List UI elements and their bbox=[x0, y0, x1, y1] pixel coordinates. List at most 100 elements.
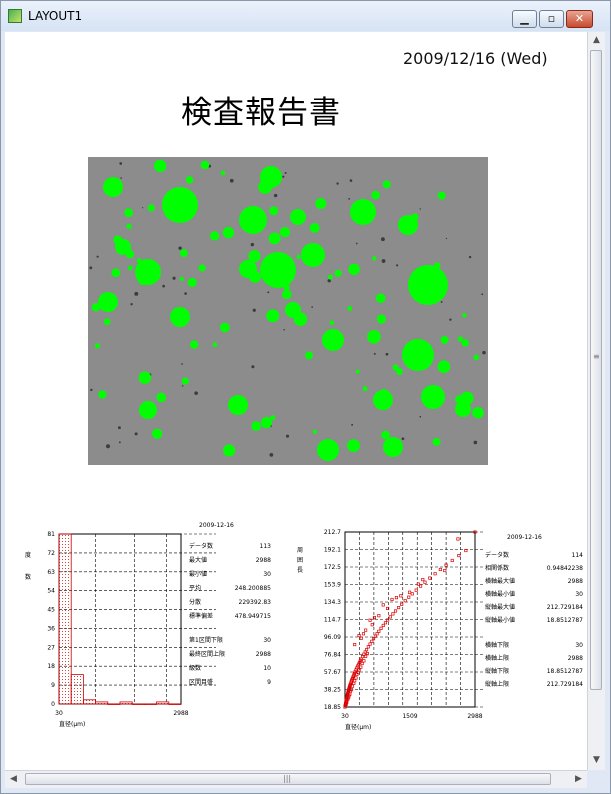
particle-blob bbox=[381, 430, 390, 440]
scroll-up-arrow-icon[interactable]: ▲ bbox=[588, 32, 605, 49]
particle-blob bbox=[457, 336, 464, 342]
scat-stat-label: 横軸最大値 bbox=[485, 577, 515, 585]
particle-blob bbox=[309, 222, 320, 233]
scat-x-tick: 2988 bbox=[467, 713, 482, 720]
scat-y-tick: 96.09 bbox=[324, 634, 341, 641]
hist-y-tick: 27 bbox=[47, 644, 55, 651]
particle-blob bbox=[334, 269, 342, 277]
scat-y-tick: 18.85 bbox=[324, 704, 341, 711]
particle-blob bbox=[460, 391, 474, 405]
maximize-icon: ▫ bbox=[547, 12, 556, 25]
particle-blob bbox=[186, 197, 194, 205]
dark-speck bbox=[445, 237, 448, 240]
particle-blob bbox=[189, 340, 199, 349]
hist-bar bbox=[83, 699, 97, 705]
particle-blob bbox=[408, 265, 448, 305]
scat-xlabel: 直径(μm) bbox=[345, 723, 371, 731]
hist-stat-value: 10 bbox=[263, 665, 271, 672]
hist-stat-label: 級数 bbox=[189, 664, 201, 672]
scat-stat-label: 横軸上限 bbox=[485, 654, 509, 662]
particle-blob bbox=[240, 213, 251, 224]
particle-blob bbox=[138, 371, 152, 384]
hist-stat-value: 478.949715 bbox=[235, 613, 271, 620]
particle-blob bbox=[222, 227, 235, 239]
particle-blob bbox=[223, 444, 236, 457]
particle-blob bbox=[282, 289, 292, 300]
particle-blob bbox=[347, 439, 360, 452]
dark-speck bbox=[194, 391, 198, 395]
scroll-left-arrow-icon[interactable]: ◀ bbox=[5, 771, 22, 788]
hist-y-tick: 81 bbox=[47, 531, 55, 538]
dark-speck bbox=[96, 255, 99, 258]
particle-blob bbox=[392, 364, 399, 371]
dark-speck bbox=[481, 293, 484, 296]
hist-bar bbox=[95, 701, 109, 705]
particle-blob bbox=[124, 208, 134, 218]
particle-blob bbox=[411, 213, 419, 221]
dark-speck bbox=[106, 444, 110, 449]
scatter-svg: 周 囲 長 18.85 38.25 57.67 76.84 96.09 114.7 134.… bbox=[297, 529, 583, 731]
dark-speck bbox=[336, 182, 339, 185]
hist-y-tick: 36 bbox=[47, 625, 55, 632]
particle-blob bbox=[103, 318, 111, 326]
scat-stat-value: 0.94842238 bbox=[547, 565, 583, 572]
particle-blob bbox=[279, 226, 291, 238]
particle-blob bbox=[91, 302, 101, 312]
vertical-scrollbar[interactable]: ▲ ≡ ▼ bbox=[587, 32, 605, 770]
scat-stat-label: 横軸下限 bbox=[485, 641, 509, 649]
particle-blob bbox=[98, 390, 107, 399]
minimize-button[interactable]: ▁ bbox=[512, 10, 537, 28]
particle-blob bbox=[433, 262, 441, 269]
horizontal-scrollbar[interactable]: ◀ ||| ▶ bbox=[5, 770, 587, 788]
hist-y-tick: 45 bbox=[47, 607, 55, 614]
dark-speck bbox=[373, 352, 376, 355]
dark-speck bbox=[172, 276, 176, 280]
hist-ylabel-2: 数 bbox=[25, 573, 31, 581]
dark-speck bbox=[267, 291, 270, 294]
report-canvas: 2009/12/16 (Wed) 検査報告書 度 数 0 9 18 27 36 45 54 6… bbox=[5, 32, 587, 770]
scat-stat-value: 30 bbox=[575, 591, 583, 598]
scroll-down-arrow-icon[interactable]: ▼ bbox=[588, 752, 605, 769]
hist-bar bbox=[119, 701, 133, 705]
particle-blob bbox=[162, 187, 198, 223]
scroll-right-arrow-icon[interactable]: ▶ bbox=[570, 771, 587, 788]
particle-blob bbox=[220, 170, 226, 176]
hist-stat-label: 第1区間下限 bbox=[189, 636, 223, 644]
dark-speck bbox=[181, 363, 183, 365]
dark-speck bbox=[130, 303, 133, 306]
vertical-scroll-thumb[interactable] bbox=[590, 50, 602, 690]
particle-blob bbox=[179, 276, 184, 282]
particle-blob bbox=[94, 343, 100, 349]
scat-y-tick: 38.25 bbox=[324, 687, 341, 694]
particle-blob bbox=[111, 268, 121, 278]
particle-blob bbox=[103, 177, 123, 197]
particle-blob bbox=[293, 312, 308, 326]
scat-y-tick: 57.67 bbox=[324, 669, 341, 676]
particle-blob bbox=[179, 249, 188, 257]
particle-blob bbox=[461, 339, 469, 347]
hist-stat-value: 229392.83 bbox=[239, 599, 272, 606]
dark-speck bbox=[473, 440, 478, 445]
particle-blob bbox=[212, 342, 218, 348]
hist-y-tick: 54 bbox=[47, 588, 55, 595]
scat-stat-label: データ数 bbox=[485, 551, 509, 559]
dark-speck bbox=[273, 193, 278, 198]
dark-speck bbox=[396, 264, 399, 267]
dark-speck bbox=[449, 318, 452, 321]
particle-blob bbox=[421, 385, 445, 409]
scat-y-tick: 172.5 bbox=[324, 564, 341, 571]
title-bar[interactable]: LAYOUT1 ▁ ▫ ✕ bbox=[1, 1, 610, 31]
maximize-button[interactable]: ▫ bbox=[539, 10, 564, 28]
particle-blob bbox=[98, 292, 118, 312]
particle-blob bbox=[329, 320, 335, 326]
scat-stat-label: 縦軸最小値 bbox=[485, 616, 515, 624]
particle-blob bbox=[248, 250, 261, 263]
window-title: LAYOUT1 bbox=[28, 9, 83, 23]
scat-ylabel-3: 長 bbox=[297, 567, 303, 574]
close-button[interactable]: ✕ bbox=[566, 10, 593, 28]
hist-stat-label: 区間目盛 bbox=[189, 678, 213, 686]
particle-blob bbox=[249, 271, 261, 283]
dark-speck bbox=[440, 301, 443, 303]
report-date: 2009/12/16 (Wed) bbox=[403, 49, 548, 68]
dark-speck bbox=[351, 423, 354, 426]
